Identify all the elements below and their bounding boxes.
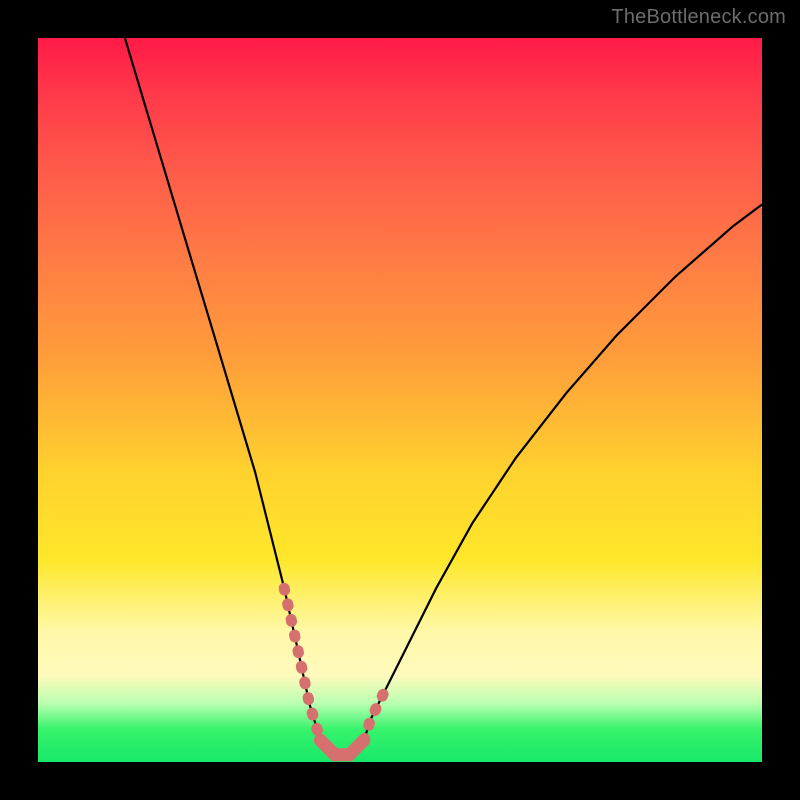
bottleneck-curve-path [125, 38, 762, 755]
plot-area [38, 38, 762, 762]
watermark-text: TheBottleneck.com [611, 6, 786, 29]
chart-frame: TheBottleneck.com [0, 0, 800, 800]
highlight-left [284, 588, 320, 740]
highlight-bottom [320, 740, 363, 755]
curve-svg [38, 38, 762, 762]
